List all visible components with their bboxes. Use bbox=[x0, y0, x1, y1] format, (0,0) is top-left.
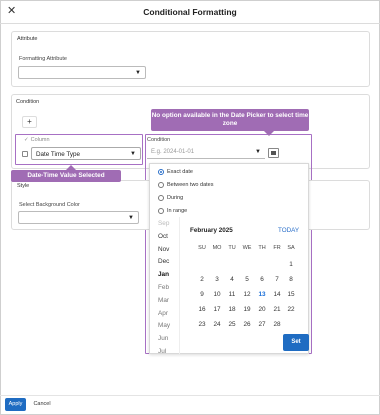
formatting-attribute-label: Formatting Attribute bbox=[19, 56, 67, 62]
today-button[interactable]: TODAY bbox=[278, 227, 299, 234]
calendar-day[interactable]: 18 bbox=[225, 306, 239, 313]
column-annotation-pointer bbox=[66, 165, 76, 170]
calendar-day[interactable]: 12 bbox=[240, 291, 254, 298]
footer-divider bbox=[0, 395, 380, 396]
calendar-day[interactable]: 25 bbox=[225, 321, 239, 328]
column-annotation: Date-Time Value Selected bbox=[11, 170, 121, 182]
calendar-day[interactable]: 28 bbox=[270, 321, 284, 328]
header-divider bbox=[0, 23, 380, 24]
month-item[interactable]: Jul bbox=[158, 348, 166, 354]
calendar-day[interactable]: 2 bbox=[195, 276, 209, 283]
calendar-day[interactable]: 11 bbox=[225, 291, 239, 298]
weekday-header: SU bbox=[198, 245, 206, 251]
chevron-down-icon: ▼ bbox=[255, 149, 261, 155]
condition-date-placeholder: E.g. 2024-01-01 bbox=[151, 149, 195, 155]
month-scroller[interactable]: Sep Oct Nov Dec Jan Feb Mar Apr May Jun Jul bbox=[150, 217, 180, 354]
calendar-day[interactable]: 9 bbox=[195, 291, 209, 298]
calendar-day[interactable]: 10 bbox=[210, 291, 224, 298]
date-mode-option[interactable]: In range bbox=[158, 207, 187, 215]
weekday-header: TH bbox=[258, 245, 266, 251]
radio-button[interactable] bbox=[158, 195, 164, 201]
radio-button[interactable] bbox=[158, 182, 164, 188]
check-icon: ✓ bbox=[24, 137, 29, 143]
calendar-day[interactable]: 4 bbox=[225, 276, 239, 283]
weekday-header: MO bbox=[212, 245, 222, 251]
date-mode-label: Between two dates bbox=[167, 182, 214, 188]
calendar-day[interactable]: 27 bbox=[255, 321, 269, 328]
column-select-value: Date Time Type bbox=[36, 150, 80, 158]
datepicker-annotation: No option available in the Date Picker t… bbox=[151, 109, 309, 131]
weekday-header: SA bbox=[287, 245, 295, 251]
chevron-down-icon: ▼ bbox=[135, 70, 141, 76]
calendar-day[interactable]: 21 bbox=[270, 306, 284, 313]
calendar-day[interactable]: 3 bbox=[210, 276, 224, 283]
calendar-day[interactable]: 7 bbox=[270, 276, 284, 283]
date-mode-option[interactable]: Between two dates bbox=[158, 181, 213, 189]
calendar-day[interactable]: 19 bbox=[240, 306, 254, 313]
bg-color-select[interactable]: ▼ bbox=[18, 211, 139, 224]
column-label-text: Column bbox=[30, 137, 50, 143]
calendar-day[interactable]: 6 bbox=[255, 276, 269, 283]
condition-section-title: Condition bbox=[16, 99, 40, 105]
calendar-day[interactable]: 26 bbox=[240, 321, 254, 328]
month-item[interactable]: Apr bbox=[158, 310, 168, 317]
month-item[interactable]: Feb bbox=[158, 284, 169, 291]
cancel-button[interactable]: Cancel bbox=[30, 398, 54, 411]
month-item[interactable]: Jan bbox=[158, 271, 169, 278]
formatting-attribute-select[interactable]: ▼ bbox=[18, 66, 146, 79]
date-mode-label: During bbox=[167, 195, 184, 201]
calendar-day[interactable]: 14 bbox=[270, 291, 284, 298]
calendar-day[interactable]: 20 bbox=[255, 306, 269, 313]
chevron-down-icon: ▼ bbox=[130, 151, 136, 157]
month-item[interactable]: May bbox=[158, 322, 170, 329]
dialog-title: Conditional Formatting bbox=[143, 7, 237, 17]
column-select[interactable]: Date Time Type ▼ bbox=[31, 147, 141, 160]
date-mode-option[interactable]: Exact date bbox=[158, 168, 193, 176]
apply-button[interactable]: Apply bbox=[5, 398, 26, 411]
calendar-day[interactable]: 13 bbox=[255, 291, 269, 298]
set-button[interactable]: Set bbox=[283, 334, 309, 351]
calendar-month-title: February 2025 bbox=[190, 227, 233, 234]
calendar-icon[interactable] bbox=[268, 148, 279, 158]
month-item[interactable]: Sep bbox=[158, 220, 169, 227]
calendar-day[interactable]: 24 bbox=[210, 321, 224, 328]
weekday-header: FR bbox=[273, 245, 281, 251]
add-condition-button[interactable]: + bbox=[22, 116, 37, 128]
attribute-section-title: Attribute bbox=[17, 36, 38, 42]
month-item[interactable]: Oct bbox=[158, 233, 168, 240]
calendar-day[interactable]: 22 bbox=[284, 306, 298, 313]
radio-button[interactable] bbox=[158, 208, 164, 214]
month-item[interactable]: Dec bbox=[158, 258, 169, 265]
chevron-down-icon: ▼ bbox=[128, 215, 134, 221]
date-mode-label: In range bbox=[167, 208, 188, 214]
calendar-day[interactable]: 23 bbox=[195, 321, 209, 328]
column-checkbox[interactable] bbox=[22, 151, 28, 157]
column-label: ✓ Column bbox=[24, 137, 50, 143]
calendar-day[interactable]: 16 bbox=[195, 306, 209, 313]
style-section-title: Style bbox=[17, 183, 30, 189]
weekday-header: WE bbox=[242, 245, 252, 251]
datepicker-annotation-pointer bbox=[264, 131, 274, 136]
calendar-day[interactable]: 1 bbox=[284, 261, 298, 268]
calendar-day[interactable]: 8 bbox=[284, 276, 298, 283]
month-item[interactable]: Mar bbox=[158, 297, 169, 304]
bg-color-label: Select Background Color bbox=[19, 202, 80, 208]
month-item[interactable]: Nov bbox=[158, 246, 169, 253]
weekday-header: TU bbox=[228, 245, 236, 251]
calendar-day[interactable]: 17 bbox=[210, 306, 224, 313]
condition-date-input[interactable]: E.g. 2024-01-01 ▼ bbox=[147, 146, 265, 159]
date-mode-option[interactable]: During bbox=[158, 194, 183, 202]
radio-button[interactable] bbox=[158, 169, 164, 175]
calendar-day[interactable]: 15 bbox=[284, 291, 298, 298]
month-item[interactable]: Jun bbox=[158, 335, 168, 342]
date-mode-label: Exact date bbox=[167, 169, 193, 175]
calendar-day[interactable]: 5 bbox=[240, 276, 254, 283]
